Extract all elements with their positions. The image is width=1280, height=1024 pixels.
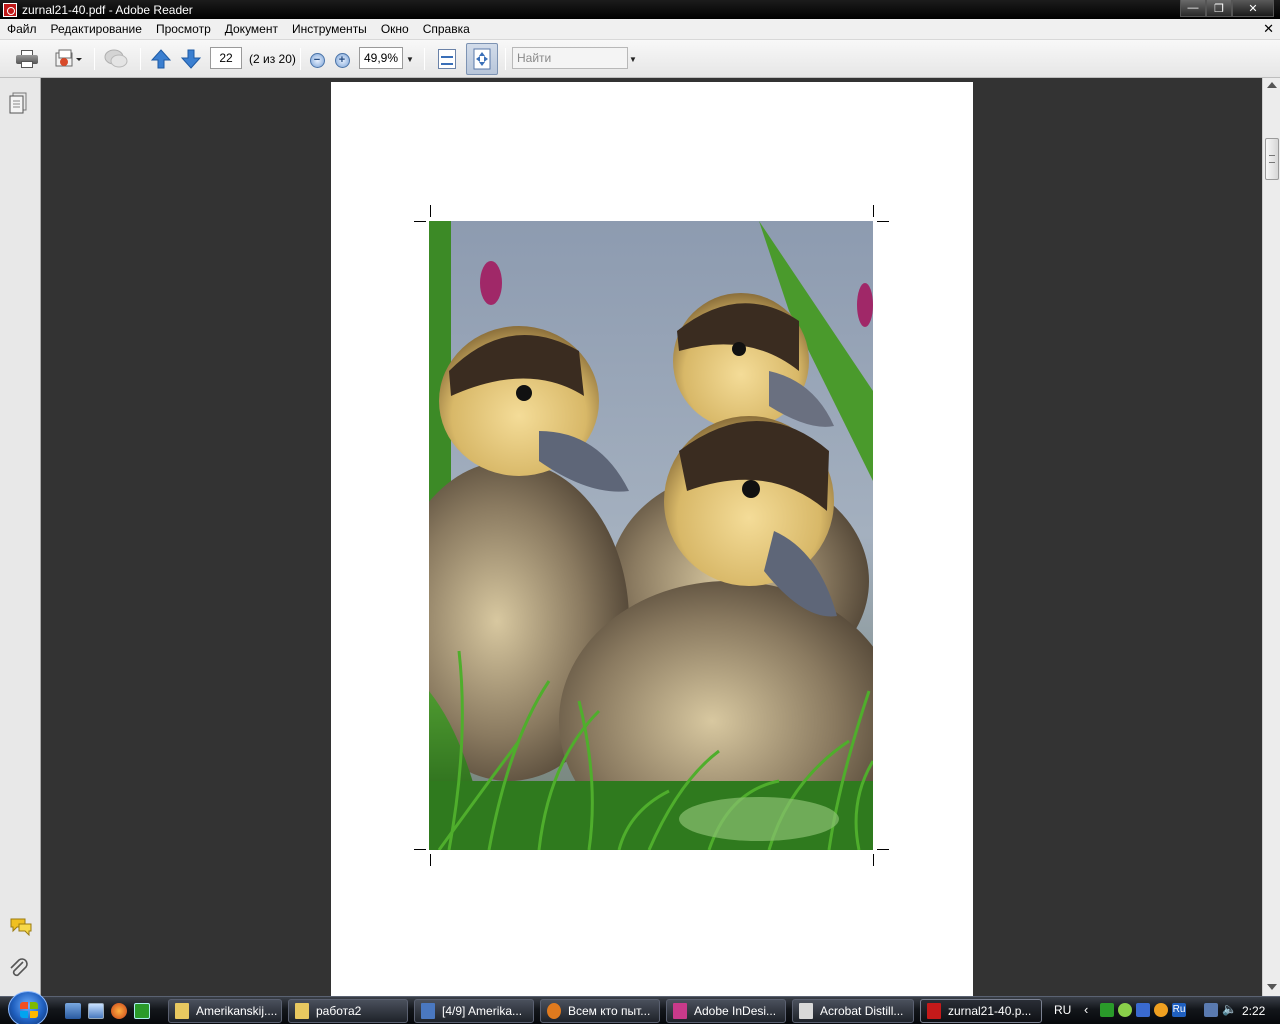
adobe-reader-icon (927, 1003, 941, 1019)
arrow-up-icon (151, 49, 171, 69)
restore-icon: ❐ (1214, 2, 1224, 15)
tray-expand-icon[interactable]: ‹ (1084, 1002, 1088, 1017)
menu-file[interactable]: Файл (0, 19, 44, 40)
print-button[interactable] (14, 46, 40, 72)
minimize-icon: — (1187, 2, 1199, 14)
folder-icon (175, 1003, 189, 1019)
zoom-in-button[interactable]: + (333, 47, 351, 73)
toolbar (0, 40, 1280, 78)
taskbar: Amerikanskij.... работа2 [4/9] Amerika..… (0, 991, 1280, 1024)
fit-width-icon (438, 49, 456, 69)
ducklings-photo (429, 221, 873, 850)
utorrent-icon[interactable] (134, 1003, 150, 1019)
task-button-6[interactable]: Acrobat Distill... (792, 999, 914, 1023)
restore-button[interactable]: ❐ (1206, 0, 1232, 17)
update-tray-icon[interactable] (1154, 1003, 1168, 1017)
task-button-2[interactable]: работа2 (288, 999, 408, 1023)
distiller-icon (799, 1003, 813, 1019)
show-desktop-icon[interactable] (65, 1003, 81, 1019)
minimize-button[interactable]: — (1180, 0, 1206, 17)
email-icon (55, 49, 82, 67)
vertical-scrollbar[interactable] (1262, 78, 1280, 996)
menu-edit[interactable]: Редактирование (44, 19, 149, 40)
printer-icon (16, 50, 38, 68)
network-tray-icon[interactable] (1136, 1003, 1150, 1017)
email-button[interactable] (50, 46, 86, 72)
scroll-down-icon[interactable] (1267, 984, 1277, 990)
image-viewer-icon (421, 1003, 435, 1019)
task-button-1[interactable]: Amerikanskij.... (168, 999, 282, 1023)
system-tray: RU ‹ Ru 🔈 2:22 (1048, 997, 1280, 1024)
document-view[interactable] (41, 78, 1262, 996)
task-button-4[interactable]: Всем кто пыт... (540, 999, 660, 1023)
title-bar: zurnal21-40.pdf - Adobe Reader — ❐ ✕ (0, 0, 1280, 19)
page-count-label: (2 из 20) (249, 52, 296, 66)
window-controls: — ❐ ✕ (1180, 0, 1274, 17)
task-button-5[interactable]: Adobe InDesi... (666, 999, 786, 1023)
close-icon: ✕ (1248, 2, 1258, 15)
scrollbar-thumb[interactable] (1265, 138, 1279, 180)
fit-width-button[interactable] (435, 46, 459, 72)
firefox-icon[interactable] (111, 1003, 127, 1019)
close-button[interactable]: ✕ (1232, 0, 1274, 17)
scroll-up-icon[interactable] (1267, 82, 1277, 88)
messenger-tray-icon[interactable] (1118, 1003, 1132, 1017)
windows-logo-icon (20, 1002, 38, 1018)
firefox-icon (547, 1003, 561, 1019)
adobe-reader-icon (3, 2, 17, 17)
language-indicator[interactable]: RU (1054, 1003, 1071, 1017)
task-button-7[interactable]: zurnal21-40.p... (920, 999, 1042, 1023)
next-page-button[interactable] (180, 46, 202, 72)
previous-page-button[interactable] (150, 46, 172, 72)
menu-tools[interactable]: Инструменты (285, 19, 374, 40)
keyboard-layout-icon[interactable]: Ru (1172, 1003, 1186, 1017)
arrow-down-icon (181, 49, 201, 69)
folder-icon (295, 1003, 309, 1019)
menu-window[interactable]: Окно (374, 19, 416, 40)
zoom-input[interactable]: 49,9% (359, 47, 403, 69)
search-input[interactable]: Найти (512, 47, 628, 69)
indesign-icon (673, 1003, 687, 1019)
network-connection-icon[interactable] (1204, 1003, 1218, 1017)
zoom-out-button[interactable]: − (308, 47, 326, 73)
clock[interactable]: 2:22 (1242, 1004, 1265, 1018)
window-title: zurnal21-40.pdf - Adobe Reader (22, 2, 193, 17)
document-close-icon[interactable]: ✕ (1263, 21, 1274, 37)
page-number-input[interactable]: 22 (210, 47, 242, 69)
fit-page-icon (473, 48, 491, 70)
search-dropdown-icon[interactable]: ▼ (629, 55, 637, 64)
zoom-in-icon: + (334, 52, 350, 68)
ducklings-illustration (429, 221, 873, 850)
comments-icon[interactable] (9, 916, 33, 936)
start-button[interactable] (8, 991, 48, 1024)
task-button-3[interactable]: [4/9] Amerika... (414, 999, 534, 1023)
attachments-icon[interactable] (9, 958, 29, 982)
pdf-page (331, 82, 973, 996)
navigation-pane (0, 78, 41, 996)
menu-document[interactable]: Документ (218, 19, 285, 40)
zoom-dropdown-icon[interactable]: ▼ (406, 55, 414, 64)
comment-icon (104, 49, 128, 68)
menu-view[interactable]: Просмотр (149, 19, 218, 40)
utorrent-tray-icon[interactable] (1100, 1003, 1114, 1017)
zoom-out-icon: − (309, 52, 325, 68)
comment-button[interactable] (102, 46, 130, 72)
volume-icon[interactable]: 🔈 (1222, 1002, 1237, 1016)
menu-bar: Файл Редактирование Просмотр Документ Ин… (0, 19, 1280, 40)
menu-help[interactable]: Справка (416, 19, 477, 40)
pages-icon[interactable] (9, 92, 29, 114)
switch-windows-icon[interactable] (88, 1003, 104, 1019)
fit-page-button[interactable] (466, 43, 498, 75)
